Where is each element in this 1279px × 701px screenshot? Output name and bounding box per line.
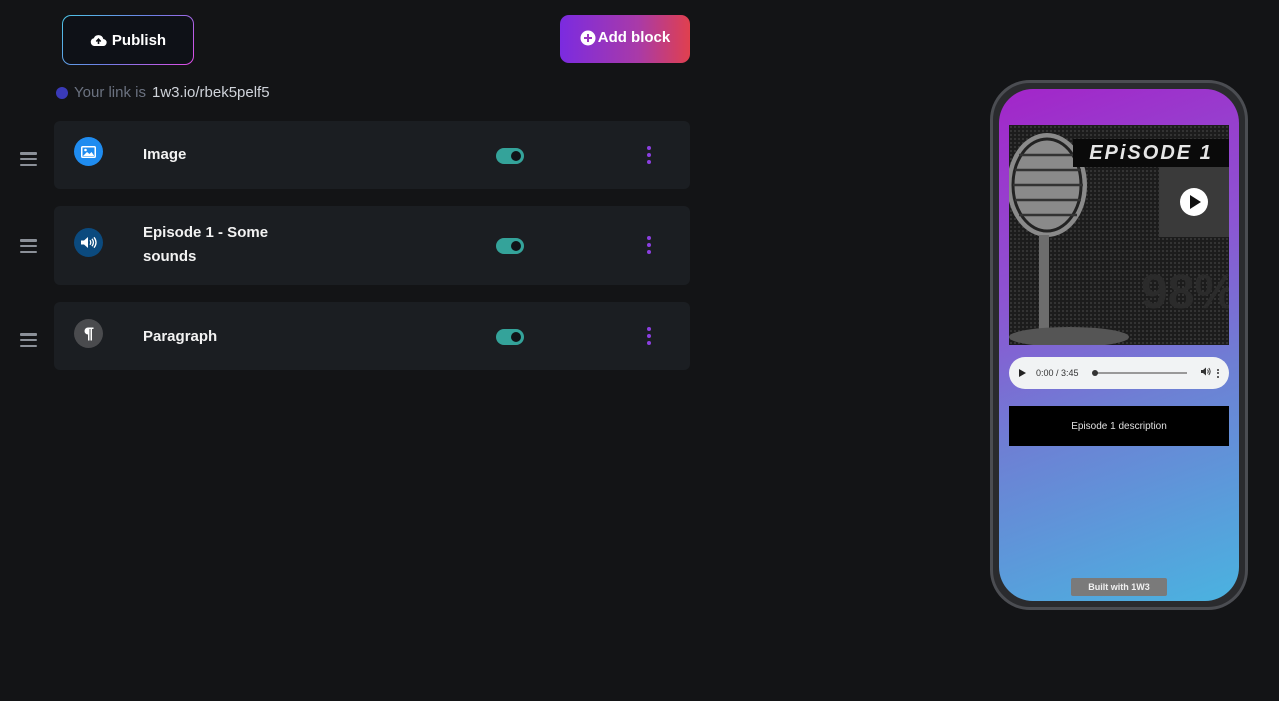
block-card-image[interactable]: Image: [54, 121, 690, 189]
audio-play-icon[interactable]: [1019, 369, 1026, 377]
link-info: Your link is 1w3.io/rbek5pelf5: [56, 84, 270, 101]
play-icon: [1180, 188, 1208, 216]
block-toggle[interactable]: [496, 238, 524, 254]
episode-banner: EPiSODE 1: [1073, 139, 1229, 167]
audio-time: 0:00 / 3:45: [1036, 368, 1079, 378]
more-options-icon[interactable]: [1217, 368, 1219, 378]
block-menu-button[interactable]: [646, 236, 652, 254]
phone-preview: EPiSODE 1 98% 0:00 / 3:45 Episode 1 desc…: [990, 80, 1248, 610]
speaker-icon: [74, 228, 103, 257]
block-menu-button[interactable]: [646, 146, 652, 164]
link-prefix: Your link is: [74, 84, 146, 101]
volume-icon[interactable]: [1201, 367, 1211, 379]
drag-handle-paragraph[interactable]: [20, 333, 37, 347]
block-toggle[interactable]: [496, 148, 524, 164]
add-block-label: Add block: [597, 29, 671, 46]
block-title: Paragraph: [143, 328, 218, 345]
block-card-episode[interactable]: Episode 1 - Some sounds: [54, 206, 690, 285]
audio-progress-bar[interactable]: [1091, 370, 1187, 376]
built-with-badge[interactable]: Built with 1W3: [1071, 578, 1167, 596]
block-toggle[interactable]: [496, 329, 524, 345]
image-icon: [74, 137, 103, 166]
cloud-upload-icon: [90, 35, 107, 47]
plus-circle-icon: [580, 30, 596, 45]
cover-play-button[interactable]: [1159, 167, 1229, 237]
episode-cover-image: EPiSODE 1 98%: [1009, 125, 1229, 345]
add-block-button[interactable]: Add block: [560, 15, 690, 63]
block-title: Image: [143, 146, 187, 163]
publish-label: Publish: [111, 31, 167, 49]
preview-screen: EPiSODE 1 98% 0:00 / 3:45 Episode 1 desc…: [999, 89, 1239, 601]
status-dot: [56, 86, 68, 99]
pilcrow-icon: [74, 319, 103, 348]
block-menu-button[interactable]: [646, 327, 652, 345]
block-card-paragraph[interactable]: Paragraph: [54, 302, 690, 370]
publish-button[interactable]: Publish: [62, 15, 194, 65]
editor-root: Publish Add block Your link is 1w3.io/rb…: [0, 0, 1279, 701]
episode-description: Episode 1 description: [1009, 406, 1229, 446]
cover-art-text: 98%: [1141, 266, 1229, 319]
link-url[interactable]: 1w3.io/rbek5pelf5: [152, 84, 270, 101]
drag-handle-episode[interactable]: [20, 239, 37, 253]
audio-player: 0:00 / 3:45: [1009, 357, 1229, 389]
block-title: Episode 1 - Some sounds: [143, 224, 269, 265]
drag-handle-image[interactable]: [20, 152, 37, 166]
